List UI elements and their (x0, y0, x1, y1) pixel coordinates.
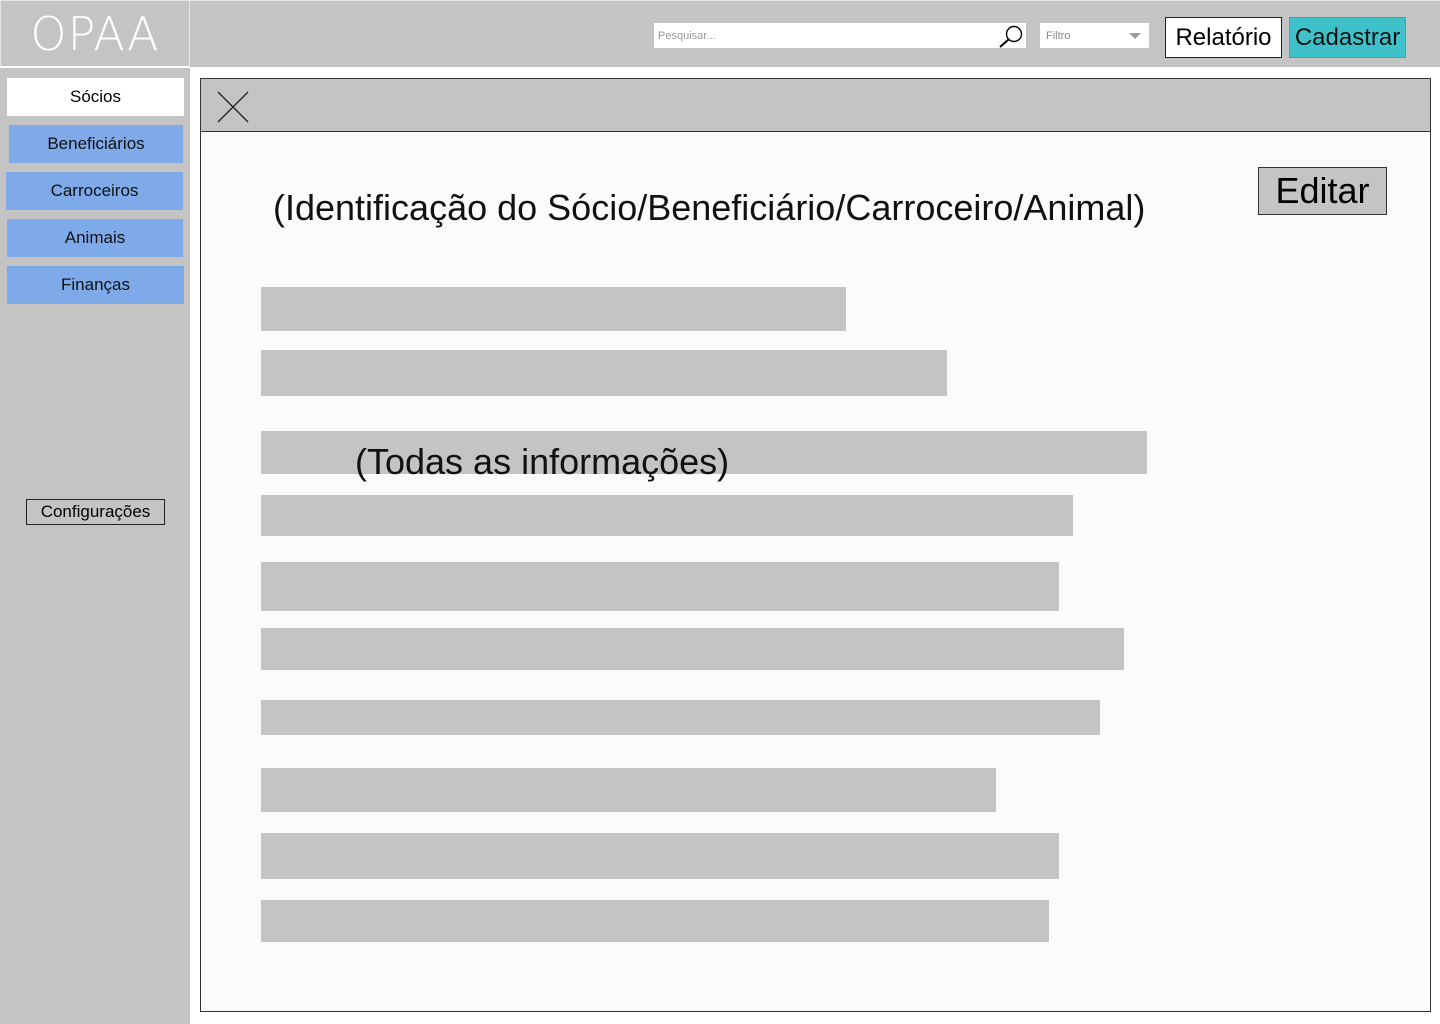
register-button[interactable]: Cadastrar (1289, 17, 1406, 58)
sidebar-item-label: Finanças (61, 275, 130, 294)
sidebar-item-label: Carroceiros (50, 181, 139, 200)
report-button[interactable]: Relatório (1165, 17, 1282, 58)
info-field-placeholder (261, 900, 1049, 942)
sidebar-item-label: Animais (64, 228, 126, 247)
edit-button-label: Editar (1275, 170, 1370, 211)
filter-dropdown[interactable]: Filtro (1040, 23, 1149, 48)
info-field-placeholder (261, 562, 1059, 611)
register-button-label: Cadastrar (1294, 23, 1401, 51)
settings-button[interactable]: Configurações (26, 499, 165, 525)
info-field-placeholder (261, 350, 947, 396)
detail-title: (Identificação do Sócio/Beneficiário/Car… (273, 187, 1146, 228)
sidebar-item-animais[interactable]: Animais (7, 219, 183, 257)
sidebar-item-carroceiros[interactable]: Carroceiros (6, 172, 183, 210)
sidebar-item-label: Beneficiários (47, 134, 145, 153)
edit-button[interactable]: Editar (1258, 167, 1387, 215)
settings-label: Configurações (40, 502, 151, 521)
search-input[interactable] (654, 24, 994, 47)
panel-header (201, 79, 1430, 132)
chevron-down-icon (1129, 33, 1141, 39)
sidebar-item-financas[interactable]: Finanças (7, 266, 184, 304)
info-field-placeholder (261, 495, 1073, 536)
info-field-placeholder (261, 833, 1059, 879)
search-icon[interactable] (998, 24, 1024, 48)
info-caption: (Todas as informações) (355, 441, 730, 482)
logo-area: OPAA (0, 0, 190, 68)
app-root: OPAA Sócios Beneficiários Carroceiros An… (0, 0, 1440, 1024)
report-button-label: Relatório (1175, 23, 1272, 51)
info-field-placeholder (261, 768, 996, 812)
sidebar-item-label: Sócios (69, 87, 122, 106)
info-field-placeholder (261, 287, 846, 331)
info-field-placeholder (261, 628, 1124, 670)
filter-selected-value: Filtro (1046, 29, 1071, 42)
detail-panel: (Identificação do Sócio/Beneficiário/Car… (200, 78, 1431, 1012)
close-icon[interactable] (215, 89, 251, 125)
app-logo: OPAA (30, 6, 160, 61)
top-bar: Filtro Relatório Cadastrar (190, 0, 1440, 67)
sidebar-item-socios[interactable]: Sócios (7, 78, 184, 116)
sidebar-item-beneficiarios[interactable]: Beneficiários (9, 125, 183, 163)
info-field-placeholder (261, 700, 1100, 735)
search-box (654, 23, 1026, 48)
sidebar: OPAA Sócios Beneficiários Carroceiros An… (0, 0, 190, 1024)
